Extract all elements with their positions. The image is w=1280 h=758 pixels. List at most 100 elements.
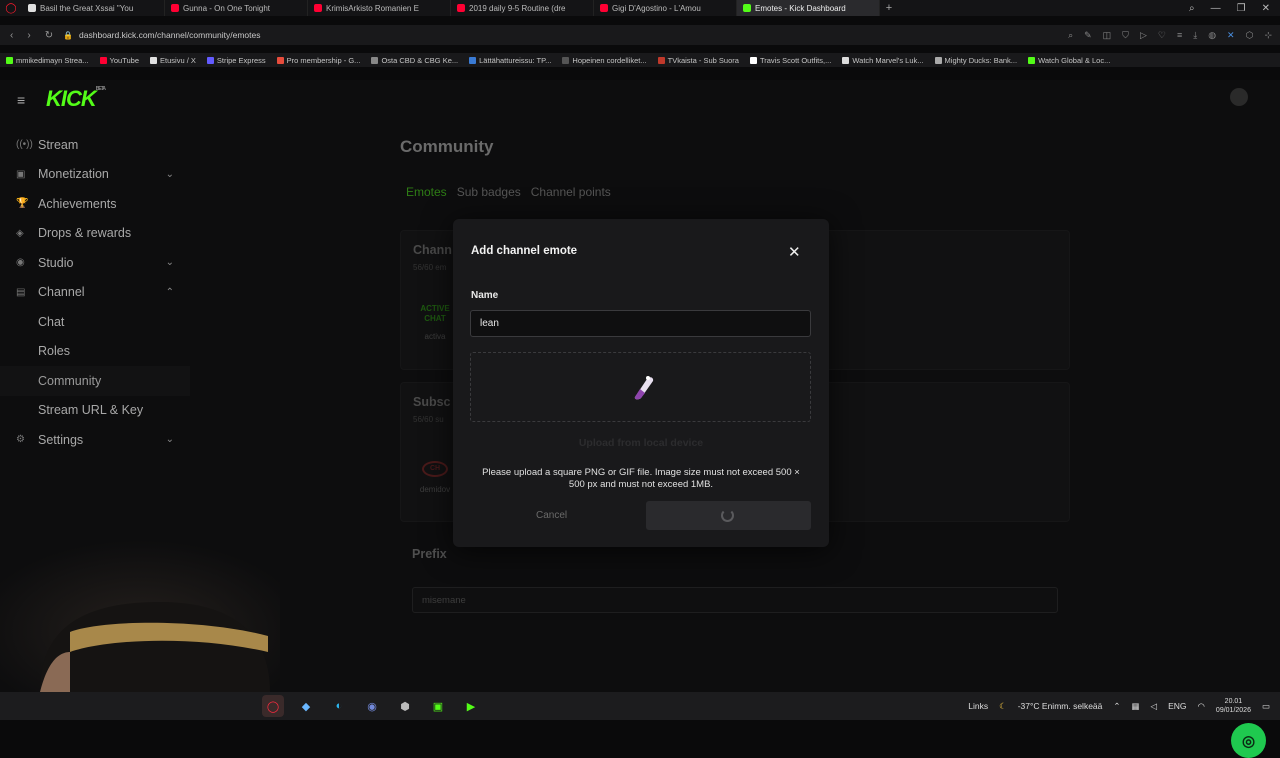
weather-text[interactable]: -37°C Enimm. selkeää: [1018, 701, 1103, 711]
bookmark-item[interactable]: Travis Scott Outfits,...: [749, 55, 832, 65]
kick-app-icon[interactable]: ▣: [427, 695, 449, 717]
clock[interactable]: 20.01 09/01/2026: [1216, 697, 1251, 715]
browser-tab[interactable]: Gunna - On One Tonight: [165, 0, 308, 16]
tray-chevron-icon[interactable]: ⌃: [1113, 701, 1120, 712]
sidebar-item-studio[interactable]: ◉ Studio ⌄: [0, 248, 190, 278]
url-field[interactable]: dashboard.kick.com/channel/community/emo…: [79, 30, 260, 40]
chevron-icon[interactable]: ⌃: [166, 287, 174, 298]
volume-icon[interactable]: ◁: [1151, 701, 1158, 712]
close-icon[interactable]: ✕: [788, 243, 801, 261]
bookmark-item[interactable]: Watch Marvel's Luk...: [842, 56, 924, 65]
chevron-icon[interactable]: ⌄: [166, 257, 174, 268]
bookmark-item[interactable]: YouTube: [99, 56, 139, 65]
kick-logo[interactable]: KICKBETA: [46, 86, 106, 112]
cancel-button[interactable]: Cancel: [536, 510, 567, 521]
reload-icon[interactable]: ↻: [45, 30, 53, 41]
bookmark-favicon-icon: [99, 56, 107, 64]
sidebar-item-channel[interactable]: ▤ Channel ⌃: [0, 278, 190, 308]
zoom-icon[interactable]: ⌕: [1068, 30, 1073, 41]
wifi-icon[interactable]: ◠: [1198, 701, 1205, 712]
sidebar-item-community[interactable]: Community: [0, 366, 190, 396]
discord-icon[interactable]: ◉: [361, 695, 383, 717]
notification-icon[interactable]: ▭: [1262, 701, 1270, 712]
sidebar-item-monetization[interactable]: ▣ Monetization ⌄: [0, 160, 190, 190]
back-icon[interactable]: ‹: [10, 30, 13, 41]
browser-tab[interactable]: 2019 daily 9-5 Routine (dre: [451, 0, 594, 16]
browser-tab[interactable]: KrimisArkisto Romanien E: [308, 0, 451, 16]
sidebar-icon: ◉: [16, 257, 25, 269]
sidebar-item-achievements[interactable]: 🏆 Achievements: [0, 189, 190, 219]
tab-sub-badges[interactable]: Sub badges: [457, 185, 521, 199]
app-icon[interactable]: ⬢: [394, 695, 416, 717]
profile-icon[interactable]: ◍: [1208, 30, 1216, 41]
copilot-icon[interactable]: ◆: [295, 695, 317, 717]
shield-icon[interactable]: ⛉: [1122, 30, 1129, 41]
support-chat-button[interactable]: ◎: [1231, 723, 1266, 758]
emote-preview-image: [634, 376, 654, 400]
bookmark-item[interactable]: mmikedimayn Strea...: [6, 56, 89, 65]
sidebar-item-settings[interactable]: ⚙ Settings ⌄: [0, 425, 190, 455]
browser-tab[interactable]: Emotes - Kick Dashboard: [737, 0, 880, 16]
sidebar-item-label: Monetization: [38, 167, 109, 182]
app-green-icon[interactable]: ▶: [460, 695, 482, 717]
bookmark-label: TVkaista - Sub Suora: [667, 55, 739, 65]
prefix-title: Prefix: [412, 547, 447, 561]
hamburger-menu-icon[interactable]: ≡: [17, 92, 25, 108]
language-indicator[interactable]: ENG: [1168, 701, 1186, 711]
opera-logo-icon[interactable]: ◯: [0, 3, 22, 14]
bookmark-label: Travis Scott Outfits,...: [759, 55, 832, 65]
tab-favicon-icon: [171, 4, 179, 12]
loading-spinner-icon: [721, 509, 734, 522]
restore-icon[interactable]: ❐: [1237, 3, 1246, 14]
image-dropzone[interactable]: [470, 352, 811, 422]
bookmark-item[interactable]: Watch Global & Loc...: [1028, 56, 1110, 65]
browser-tab[interactable]: Gigi D'Agostino - L'Amou: [594, 0, 737, 16]
bookmark-favicon-icon: [6, 56, 13, 64]
play-icon[interactable]: ▷: [1140, 30, 1147, 41]
heart-icon[interactable]: ♡: [1158, 30, 1166, 41]
sidebar-item-stream[interactable]: ((•)) Stream: [0, 130, 190, 160]
emote-tile[interactable]: CH demidov: [415, 461, 455, 494]
bookmark-item[interactable]: Mighty Ducks: Bank...: [934, 56, 1017, 65]
edit-icon[interactable]: ✎: [1084, 30, 1092, 41]
close-window-icon[interactable]: ✕: [1262, 3, 1270, 14]
ai-icon[interactable]: ⊹: [1264, 30, 1272, 41]
search-tabs-icon[interactable]: ⌕: [1189, 3, 1195, 14]
bookmark-item[interactable]: Stripe Express: [206, 56, 266, 65]
links-label[interactable]: Links: [968, 701, 988, 711]
sidebar-item-chat[interactable]: Chat: [0, 307, 190, 337]
tab-channel-points[interactable]: Channel points: [531, 185, 611, 199]
cube-icon[interactable]: ⬡: [1246, 30, 1254, 41]
menu-icon[interactable]: ≡: [1177, 30, 1182, 41]
chevron-icon[interactable]: ⌄: [166, 434, 174, 445]
emote-name-input[interactable]: lean: [470, 310, 811, 337]
browser-tab[interactable]: Basil the Great Xssai "You: [22, 0, 165, 16]
sidebar-item-stream-url-key[interactable]: Stream URL & Key: [0, 396, 190, 426]
sidebar-item-drops-rewards[interactable]: ◈ Drops & rewards: [0, 219, 190, 249]
bookmark-item[interactable]: Hopeinen cordelliket...: [562, 56, 647, 65]
download-icon[interactable]: ⤓: [1193, 30, 1197, 41]
bookmark-item[interactable]: Pro membership - G...: [276, 56, 360, 65]
opera-gx-icon[interactable]: ◯: [262, 695, 284, 717]
tab-emotes[interactable]: Emotes: [406, 185, 447, 199]
bookmark-item[interactable]: Etusivu / X: [150, 56, 196, 65]
prefix-input[interactable]: misemane: [412, 587, 1058, 613]
new-tab-button[interactable]: +: [880, 2, 898, 14]
save-button[interactable]: [646, 501, 811, 530]
bookmark-favicon-icon: [150, 56, 158, 64]
sidebar: ((•)) Stream ▣ Monetization ⌄ 🏆 Achievements ◈ D…: [0, 130, 190, 455]
bookmark-item[interactable]: Lättähattureissu: TP...: [469, 56, 551, 65]
network-icon[interactable]: ▦: [1132, 701, 1140, 712]
chevron-icon[interactable]: ⌄: [166, 169, 174, 180]
bookmark-item[interactable]: Osta CBD & CBG Ke...: [371, 56, 458, 65]
upload-local-button[interactable]: Upload from local device: [453, 437, 829, 449]
user-avatar[interactable]: [1230, 88, 1248, 106]
forward-icon[interactable]: ›: [27, 30, 30, 41]
minimize-icon[interactable]: —: [1211, 3, 1221, 14]
bookmark-item[interactable]: TVkaista - Sub Suora: [657, 55, 739, 65]
sidebar-item-roles[interactable]: Roles: [0, 337, 190, 367]
emote-tile[interactable]: ACTIVE CHAT activa: [420, 304, 450, 342]
extension-icon[interactable]: ✕: [1227, 30, 1235, 41]
edge-icon[interactable]: ◐: [328, 695, 350, 717]
camera-icon[interactable]: ◫: [1103, 30, 1112, 41]
